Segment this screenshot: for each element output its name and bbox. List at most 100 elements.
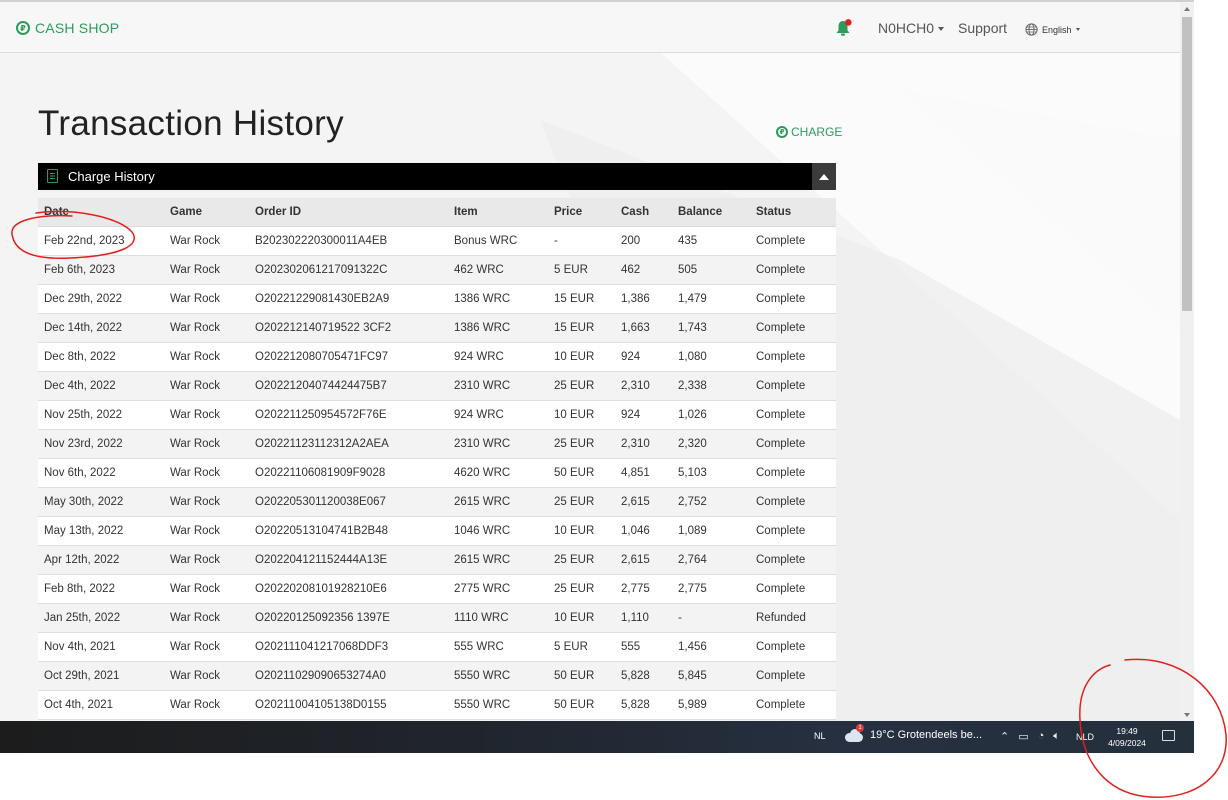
- cell-status: Complete: [750, 313, 836, 343]
- table-row: Feb 6th, 2023 War Rock O202302061217091322…: [38, 255, 836, 285]
- cell-date: Feb 22nd, 2023: [38, 226, 164, 256]
- column-header-cash: Cash: [615, 198, 672, 227]
- cell-item: 4620 WRC: [448, 458, 548, 488]
- cell-cash: 4,851: [615, 458, 672, 488]
- cell-date: Nov 6th, 2022: [38, 458, 164, 488]
- cell-balance: 5,989: [672, 690, 750, 720]
- cell-status: Complete: [750, 574, 836, 604]
- cell-order-id: O20220125092356 1397E: [249, 603, 448, 633]
- cell-balance: 5,103: [672, 458, 750, 488]
- cell-price: -: [548, 226, 615, 256]
- cell-game: War Rock: [164, 516, 249, 546]
- cell-cash: 5,828: [615, 661, 672, 691]
- cell-status: Complete: [750, 255, 836, 285]
- column-header-price: Price: [548, 198, 615, 227]
- table-row: Nov 4th, 2021 War Rock O202111041217068DDF…: [38, 632, 836, 662]
- charge-history-table: Date Game Order ID Item Price Cash Balan…: [38, 198, 836, 720]
- cell-item: 5550 WRC: [448, 690, 548, 720]
- cell-price: 25 EUR: [548, 545, 615, 575]
- keyboard-layout-indicator[interactable]: NLD: [1076, 732, 1094, 742]
- cell-order-id: O20221123112312A2AEA: [249, 429, 448, 459]
- cell-price: 5 EUR: [548, 255, 615, 285]
- cell-price: 25 EUR: [548, 487, 615, 517]
- cell-item: 1046 WRC: [448, 516, 548, 546]
- taskbar-clock[interactable]: 19:49 4/09/2024: [1100, 725, 1154, 749]
- chat-bubble-icon[interactable]: [1162, 730, 1175, 741]
- cell-game: War Rock: [164, 690, 249, 720]
- cell-game: War Rock: [164, 313, 249, 343]
- table-row: Nov 6th, 2022 War Rock O20221106081909F902…: [38, 458, 836, 488]
- cell-item: 5550 WRC: [448, 661, 548, 691]
- brand-link[interactable]: ₽ CASH SHOP: [16, 20, 119, 36]
- cell-status: Complete: [750, 458, 836, 488]
- cell-status: Complete: [750, 487, 836, 517]
- cell-order-id: O20221229081430EB2A9: [249, 284, 448, 314]
- cell-date: Dec 14th, 2022: [38, 313, 164, 343]
- browser-viewport: ₽ CASH SHOP N0HCH0 Support English Trans…: [0, 0, 1194, 721]
- cell-game: War Rock: [164, 574, 249, 604]
- cell-item: 2775 WRC: [448, 574, 548, 604]
- cell-status: Refunded: [750, 603, 836, 633]
- chevron-up-icon[interactable]: ⌃: [1000, 730, 1009, 743]
- cell-game: War Rock: [164, 429, 249, 459]
- scroll-up-icon[interactable]: [1184, 7, 1190, 11]
- cell-order-id: O202211250954572F76E: [249, 400, 448, 430]
- scroll-down-icon[interactable]: [1184, 713, 1190, 717]
- table-row: May 13th, 2022 War Rock O20220513104741B2B…: [38, 516, 836, 546]
- weather-widget[interactable]: 1 19°C Grotendeels be...: [844, 724, 982, 742]
- cell-price: 10 EUR: [548, 400, 615, 430]
- coin-icon: ₽: [16, 21, 30, 35]
- cell-balance: 2,775: [672, 574, 750, 604]
- cell-order-id: O202212140719522 3CF2: [249, 313, 448, 343]
- cell-status: Complete: [750, 284, 836, 314]
- cell-status: Complete: [750, 690, 836, 720]
- collapse-panel-button[interactable]: [812, 163, 836, 190]
- cell-game: War Rock: [164, 400, 249, 430]
- cell-cash: 5,828: [615, 690, 672, 720]
- cell-status: Complete: [750, 516, 836, 546]
- scrollbar-thumb[interactable]: [1182, 17, 1192, 311]
- cell-game: War Rock: [164, 284, 249, 314]
- input-language-indicator[interactable]: NL: [814, 731, 826, 741]
- wifi-icon[interactable]: ◔: [1038, 730, 1045, 743]
- charge-link[interactable]: ₽ CHARGE: [776, 125, 842, 139]
- cell-game: War Rock: [164, 371, 249, 401]
- cell-price: 15 EUR: [548, 284, 615, 314]
- table-row: Nov 25th, 2022 War Rock O202211250954572F7…: [38, 400, 836, 430]
- cell-game: War Rock: [164, 603, 249, 633]
- speaker-icon[interactable]: 🔈︎: [1053, 730, 1060, 743]
- panel-title: Charge History: [68, 169, 155, 184]
- brand-label: CASH SHOP: [35, 20, 120, 36]
- cell-price: 15 EUR: [548, 313, 615, 343]
- language-selector[interactable]: English: [1025, 23, 1080, 36]
- column-header-order-id: Order ID: [249, 198, 448, 227]
- cell-cash: 1,110: [615, 603, 672, 633]
- cell-game: War Rock: [164, 545, 249, 575]
- meet-now-icon[interactable]: ▭: [1018, 730, 1028, 743]
- cell-cash: 2,615: [615, 545, 672, 575]
- globe-icon: [1025, 23, 1038, 36]
- cell-balance: 2,338: [672, 371, 750, 401]
- cell-price: 50 EUR: [548, 458, 615, 488]
- cell-item: Bonus WRC: [448, 226, 548, 256]
- column-header-item: Item: [448, 198, 548, 227]
- cell-status: Complete: [750, 661, 836, 691]
- vertical-scrollbar[interactable]: [1180, 3, 1194, 721]
- cell-date: May 30th, 2022: [38, 487, 164, 517]
- cell-balance: 1,080: [672, 342, 750, 372]
- support-link[interactable]: Support: [958, 20, 1007, 36]
- table-row: Oct 29th, 2021 War Rock O20211029090653274…: [38, 661, 836, 691]
- cell-item: 1386 WRC: [448, 284, 548, 314]
- cell-price: 10 EUR: [548, 516, 615, 546]
- bell-icon[interactable]: [834, 19, 852, 37]
- cell-order-id: O20221204074424475B7: [249, 371, 448, 401]
- cell-order-id: O20220513104741B2B48: [249, 516, 448, 546]
- column-header-date: Date: [38, 198, 164, 227]
- cell-date: Dec 8th, 2022: [38, 342, 164, 372]
- table-row: Oct 4th, 2021 War Rock O20211004105138D015…: [38, 690, 836, 720]
- user-menu[interactable]: N0HCH0: [878, 20, 945, 36]
- cell-balance: 1,479: [672, 284, 750, 314]
- cell-balance: 2,764: [672, 545, 750, 575]
- cell-item: 924 WRC: [448, 400, 548, 430]
- cell-price: 25 EUR: [548, 429, 615, 459]
